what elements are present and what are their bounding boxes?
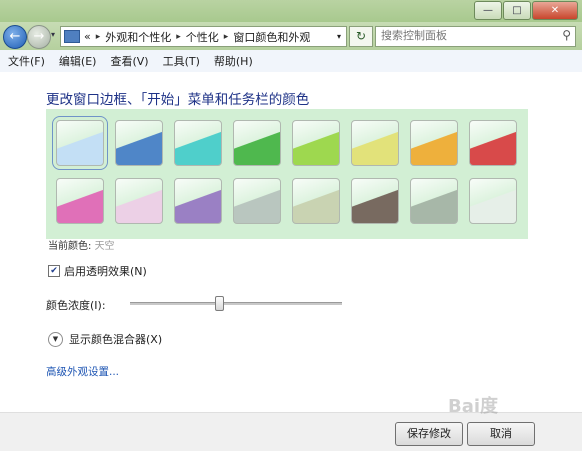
address-bar[interactable]: « ▸ 外观和个性化 ▸ 个性化 ▸ 窗口颜色和外观 ▾ — [60, 26, 347, 47]
color-swatch-11[interactable] — [233, 178, 281, 224]
transparency-checkbox[interactable]: ✔ — [48, 265, 60, 277]
color-swatch-8[interactable] — [56, 178, 104, 224]
color-swatch-0[interactable] — [52, 116, 108, 170]
color-swatch-5[interactable] — [351, 120, 399, 166]
title-bar: — □ ✕ — [0, 0, 582, 22]
breadcrumb-separator: ▸ — [223, 31, 229, 42]
breadcrumb-separator: ▸ — [95, 31, 101, 42]
breadcrumb-personalization[interactable]: 个性化 — [186, 29, 219, 45]
color-swatch-14[interactable] — [410, 178, 458, 224]
color-swatch-1[interactable] — [115, 120, 163, 166]
color-intensity-slider-thumb[interactable] — [215, 296, 225, 311]
search-input[interactable] — [376, 27, 551, 44]
color-swatch-12[interactable] — [292, 178, 340, 224]
menu-bar: 文件(F) 编辑(E) 查看(V) 工具(T) 帮助(H) — [0, 50, 582, 73]
save-changes-button[interactable]: 保存修改 — [395, 422, 463, 446]
breadcrumb-appearance[interactable]: 外观和个性化 — [105, 29, 171, 45]
cancel-button[interactable]: 取消 — [467, 422, 535, 446]
expand-chevron-icon[interactable]: ▼ — [48, 331, 63, 347]
breadcrumb-window-color[interactable]: 窗口颜色和外观 — [233, 29, 310, 45]
content-area: 更改窗口边框、「开始」菜单和任务栏的颜色 当前颜色: 天空 ✔ 启用透明效果(N… — [0, 72, 582, 412]
breadcrumb-separator: ▸ — [176, 31, 181, 42]
color-swatch-panel — [46, 109, 528, 239]
color-mixer-label[interactable]: 显示颜色混合器(X) — [69, 331, 162, 347]
page-title: 更改窗口边框、「开始」菜单和任务栏的颜色 — [46, 92, 310, 108]
color-swatch-2[interactable] — [174, 120, 222, 166]
menu-file[interactable]: 文件(F) — [0, 53, 51, 69]
color-swatch-4[interactable] — [292, 120, 340, 166]
color-intensity-track[interactable] — [130, 302, 342, 305]
maximize-button[interactable]: □ — [503, 1, 531, 20]
watermark-logo: Bai度 — [448, 396, 499, 417]
color-swatch-7[interactable] — [469, 120, 517, 166]
close-button[interactable]: ✕ — [532, 1, 578, 20]
current-color-label: 当前颜色: — [48, 241, 92, 252]
address-prefix: « — [84, 30, 91, 43]
search-box[interactable]: ⚲ — [375, 26, 576, 47]
window-controls: — □ ✕ — [474, 1, 578, 20]
current-color-value: 天空 — [94, 241, 115, 252]
color-swatch-15[interactable] — [469, 178, 517, 224]
color-swatch-13[interactable] — [351, 178, 399, 224]
forward-button[interactable]: → — [27, 25, 51, 49]
search-icon[interactable]: ⚲ — [562, 28, 571, 42]
menu-view[interactable]: 查看(V) — [102, 53, 154, 69]
advanced-appearance-link[interactable]: 高级外观设置... — [46, 364, 119, 379]
back-button[interactable]: ← — [3, 25, 27, 49]
menu-tools[interactable]: 工具(T) — [155, 53, 206, 69]
address-dropdown-icon[interactable]: ▾ — [337, 32, 341, 41]
recent-pages-dropdown[interactable]: ▾ — [51, 30, 55, 39]
color-swatch-9[interactable] — [115, 178, 163, 224]
transparency-label[interactable]: 启用透明效果(N) — [64, 263, 147, 279]
menu-help[interactable]: 帮助(H) — [206, 53, 259, 69]
color-swatch-6[interactable] — [410, 120, 458, 166]
control-panel-icon — [64, 30, 80, 43]
navigation-bar: ← → ▾ « ▸ 外观和个性化 ▸ 个性化 ▸ 窗口颜色和外观 ▾ ↻ ⚲ — [0, 22, 582, 50]
minimize-button[interactable]: — — [474, 1, 502, 20]
current-color: 当前颜色: 天空 — [48, 237, 115, 252]
transparency-toggle[interactable]: ✔ 启用透明效果(N) — [48, 263, 147, 279]
color-intensity-label: 颜色浓度(I): — [46, 299, 106, 312]
menu-edit[interactable]: 编辑(E) — [51, 53, 103, 69]
color-swatch-10[interactable] — [174, 178, 222, 224]
color-mixer-toggle[interactable]: ▼ 显示颜色混合器(X) — [48, 331, 162, 347]
color-swatch-3[interactable] — [233, 120, 281, 166]
refresh-button[interactable]: ↻ — [349, 26, 373, 47]
